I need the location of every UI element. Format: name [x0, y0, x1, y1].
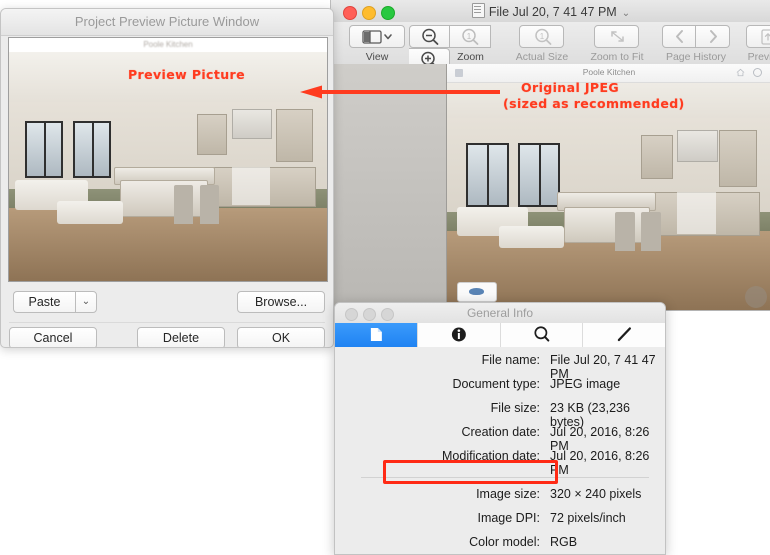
info-value: JPEG image: [550, 377, 621, 391]
info-tab-bar: [335, 323, 665, 348]
info-label: Creation date:: [461, 425, 540, 439]
image-corner-widget: [745, 286, 767, 308]
info-row-modification-date: Modification date: Jul 20, 2016, 8:26 PM: [335, 449, 665, 477]
toolbar-label-actual-size: Actual Size: [515, 51, 569, 63]
document-icon: [471, 3, 485, 18]
annotation-original-jpeg-line2: (sized as recommended): [503, 96, 685, 111]
kitchen-photo-small: [9, 52, 327, 281]
preview-document-title-text: File Jul 20, 7 41 47 PM: [488, 5, 617, 19]
info-body: File name: File Jul 20, 7 41 47 PM Docum…: [335, 347, 665, 554]
view-button[interactable]: [349, 25, 405, 48]
tab-inspector[interactable]: [501, 323, 584, 347]
info-row-image-size: Image size: 320 × 240 pixels: [335, 487, 665, 509]
actual-size-button: 1: [519, 25, 564, 48]
info-titlebar: General Info: [335, 303, 665, 324]
cancel-button[interactable]: Cancel: [9, 327, 97, 347]
info-label: File size:: [490, 401, 540, 415]
info-label: Document type:: [452, 377, 540, 391]
info-window-title: General Info: [466, 306, 534, 320]
info-label: File name:: [481, 353, 540, 367]
image-overlay-badge: [457, 282, 497, 302]
zoom-to-fit-button: [594, 25, 639, 48]
preview-titlebar: File Jul 20, 7 41 47 PM ⌄: [331, 0, 770, 23]
dialog-button-row-top: Paste ⌄ Browse...: [1, 288, 333, 321]
document-icon: [370, 328, 382, 341]
home-icon: [736, 68, 745, 77]
svg-text:1: 1: [467, 32, 472, 41]
preview-picture-thumbnail: [9, 52, 327, 281]
sidebar-icon: [362, 30, 392, 44]
toolbar-group-previous: Previous: [737, 25, 770, 63]
previous-button: [746, 25, 770, 48]
info-section-divider: [361, 477, 649, 478]
gear-icon: [753, 68, 762, 77]
share-document-icon: [761, 29, 770, 45]
tab-annotate[interactable]: [583, 323, 665, 347]
paste-dropdown-button[interactable]: ⌄: [75, 291, 97, 313]
pencil-icon: [617, 327, 632, 342]
zoom-actual-button: 1: [450, 25, 491, 48]
zoom-reset-icon: 1: [462, 28, 479, 45]
info-value: 320 × 240 pixels: [550, 487, 642, 501]
preview-picture-caption: Poole Kitchen: [143, 40, 193, 49]
chevron-right-icon: [710, 30, 717, 43]
ok-button[interactable]: OK: [237, 327, 325, 347]
toolbar-group-zoom-to-fit: Zoom to Fit: [581, 25, 653, 63]
tab-more-info[interactable]: [418, 323, 501, 347]
toolbar-group-actual-size: 1 Actual Size: [507, 25, 577, 63]
search-icon: [533, 326, 549, 342]
toolbar-group-view: View: [349, 25, 405, 63]
dialog-button-row-bottom: Cancel Delete OK: [1, 327, 333, 347]
info-label: Modification date:: [442, 449, 540, 463]
zoom-to-fit-icon: [611, 31, 624, 42]
svg-text:1: 1: [540, 32, 545, 41]
info-row-file-name: File name: File Jul 20, 7 41 47 PM: [335, 353, 665, 381]
page-forward-button: [696, 25, 730, 48]
browse-button[interactable]: Browse...: [237, 291, 325, 313]
preview-document-title: File Jul 20, 7 41 47 PM ⌄: [331, 3, 770, 19]
info-label: Image DPI:: [477, 511, 540, 525]
delete-button[interactable]: Delete: [137, 327, 225, 347]
preview-thumbnail-sidebar[interactable]: [331, 64, 447, 310]
annotation-original-jpeg-line1: Original JPEG: [521, 80, 620, 95]
zoom-out-icon: [422, 28, 439, 45]
info-row-image-dpi: Image DPI: 72 pixels/inch: [335, 511, 665, 533]
project-preview-picture-dialog: Project Preview Picture Window Poole Kit…: [0, 8, 334, 348]
toolbar-label-view: View: [365, 51, 389, 63]
chevron-left-icon: [676, 30, 683, 43]
dialog-divider: [9, 322, 325, 323]
paste-button[interactable]: Paste: [13, 291, 75, 313]
info-icon: [451, 327, 466, 342]
info-row-color-model: Color model: RGB: [335, 535, 665, 554]
preview-toolbar: View 1 Zoom 1 Actual Size Zoom to Fit Pa…: [331, 22, 770, 71]
dialog-titlebar: Project Preview Picture Window: [1, 9, 333, 36]
toolbar-label-page-history: Page History: [665, 51, 727, 63]
info-row-file-size: File size: 23 KB (23,236 bytes): [335, 401, 665, 429]
info-label: Color model:: [469, 535, 540, 549]
info-value: 72 pixels/inch: [550, 511, 626, 525]
toolbar-label-previous: Previous: [747, 51, 770, 63]
annotation-arrow-icon: [300, 85, 500, 99]
info-value: Jul 20, 2016, 8:26 PM: [550, 449, 650, 477]
page-back-button: [662, 25, 696, 48]
embedded-image-title: Poole Kitchen: [582, 67, 636, 77]
info-row-document-type: Document type: JPEG image: [335, 377, 665, 399]
dialog-title: Project Preview Picture Window: [74, 14, 260, 29]
info-value: RGB: [550, 535, 578, 549]
annotation-preview-picture: Preview Picture: [128, 67, 245, 82]
general-info-window: General Info File name: File Jul 20, 7 4…: [334, 302, 666, 555]
preview-app-window: File Jul 20, 7 41 47 PM ⌄ View 1 Zoom 1 …: [330, 0, 770, 311]
tab-general[interactable]: [335, 323, 418, 347]
toolbar-label-zoom-to-fit: Zoom to Fit: [590, 51, 644, 63]
info-label: Image size:: [476, 487, 540, 501]
chevron-down-icon[interactable]: ⌄: [622, 8, 630, 19]
actual-size-icon: 1: [535, 28, 552, 45]
info-row-creation-date: Creation date: Jul 20, 2016, 8:26 PM: [335, 425, 665, 453]
zoom-out-button[interactable]: [409, 25, 450, 48]
